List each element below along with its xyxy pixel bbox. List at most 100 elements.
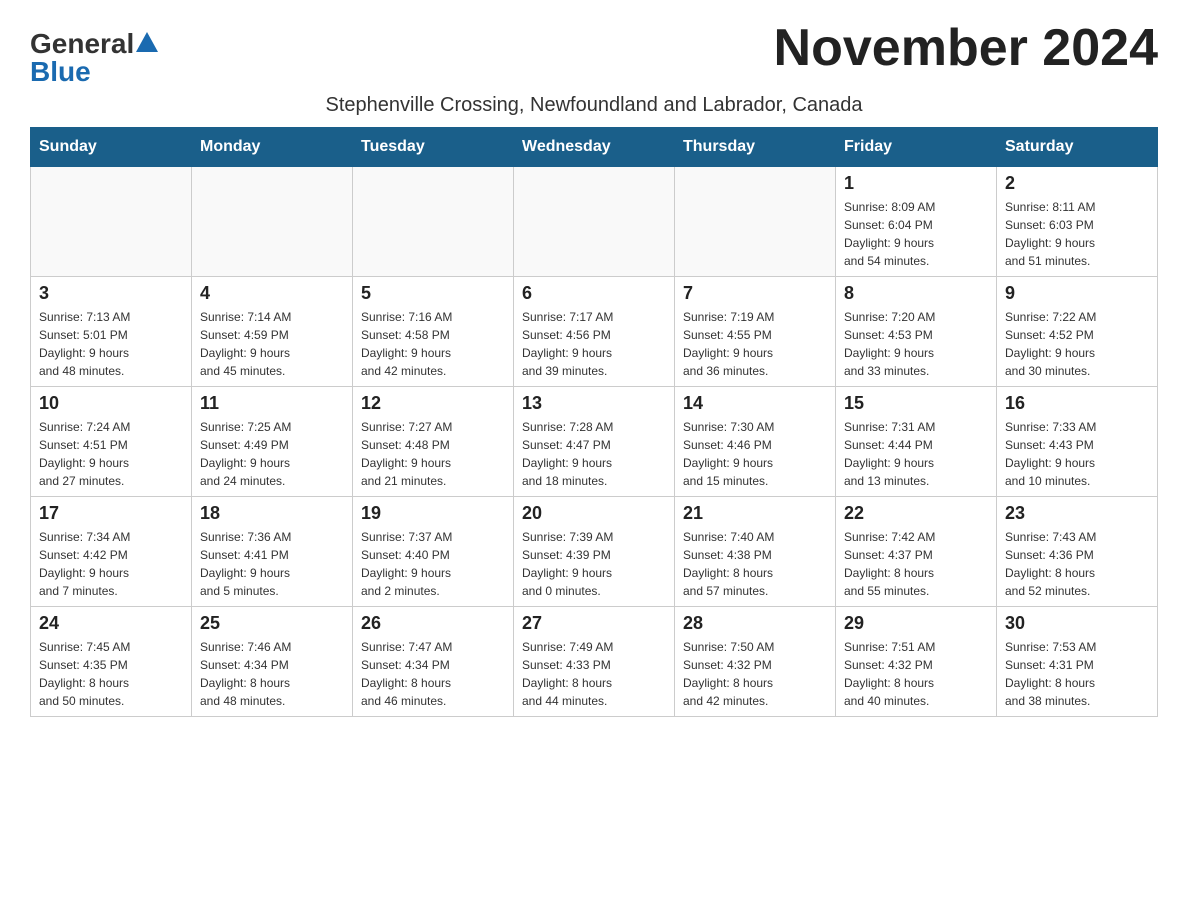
day-info: Sunrise: 7:36 AM Sunset: 4:41 PM Dayligh…: [200, 528, 344, 600]
day-info: Sunrise: 7:27 AM Sunset: 4:48 PM Dayligh…: [361, 418, 505, 490]
calendar-cell: [353, 167, 514, 277]
day-number: 22: [844, 503, 988, 524]
calendar-week-2: 3Sunrise: 7:13 AM Sunset: 5:01 PM Daylig…: [31, 277, 1158, 387]
day-number: 1: [844, 173, 988, 194]
logo-blue-text: Blue: [30, 56, 91, 87]
day-number: 7: [683, 283, 827, 304]
day-number: 10: [39, 393, 183, 414]
day-info: Sunrise: 7:43 AM Sunset: 4:36 PM Dayligh…: [1005, 528, 1149, 600]
day-info: Sunrise: 7:19 AM Sunset: 4:55 PM Dayligh…: [683, 308, 827, 380]
logo: General Blue: [30, 30, 158, 86]
day-info: Sunrise: 8:11 AM Sunset: 6:03 PM Dayligh…: [1005, 198, 1149, 270]
day-number: 21: [683, 503, 827, 524]
day-info: Sunrise: 8:09 AM Sunset: 6:04 PM Dayligh…: [844, 198, 988, 270]
col-header-friday: Friday: [836, 128, 997, 167]
day-info: Sunrise: 7:13 AM Sunset: 5:01 PM Dayligh…: [39, 308, 183, 380]
day-info: Sunrise: 7:50 AM Sunset: 4:32 PM Dayligh…: [683, 638, 827, 710]
day-number: 18: [200, 503, 344, 524]
calendar-cell: 4 Sunrise: 7:14 AM Sunset: 4:59 PM Daylig…: [192, 277, 353, 387]
day-info: Sunrise: 7:22 AM Sunset: 4:52 PM Dayligh…: [1005, 308, 1149, 380]
day-info: Sunrise: 7:53 AM Sunset: 4:31 PM Dayligh…: [1005, 638, 1149, 710]
month-title: November 2024: [774, 20, 1158, 77]
day-number: 26: [361, 613, 505, 634]
day-number: 17: [39, 503, 183, 524]
day-number: 20: [522, 503, 666, 524]
logo-icon: [136, 32, 158, 52]
calendar-table: SundayMondayTuesdayWednesdayThursdayFrid…: [30, 127, 1158, 717]
day-number: 16: [1005, 393, 1149, 414]
day-number: 14: [683, 393, 827, 414]
calendar-cell: 10 Sunrise: 7:24 AM Sunset: 4:51 PM Dayli…: [31, 387, 192, 497]
day-number: 6: [522, 283, 666, 304]
day-info: Sunrise: 7:14 AM Sunset: 4:59 PM Dayligh…: [200, 308, 344, 380]
calendar-cell: 29 Sunrise: 7:51 AM Sunset: 4:32 PM Dayli…: [836, 607, 997, 717]
day-info: Sunrise: 7:17 AM Sunset: 4:56 PM Dayligh…: [522, 308, 666, 380]
calendar-cell: 9 Sunrise: 7:22 AM Sunset: 4:52 PM Daylig…: [997, 277, 1158, 387]
calendar-cell: 21Sunrise: 7:40 AM Sunset: 4:38 PM Dayli…: [675, 497, 836, 607]
calendar-cell: 7 Sunrise: 7:19 AM Sunset: 4:55 PM Daylig…: [675, 277, 836, 387]
day-number: 2: [1005, 173, 1149, 194]
calendar-cell: 17 Sunrise: 7:34 AM Sunset: 4:42 PM Dayli…: [31, 497, 192, 607]
calendar-week-4: 17 Sunrise: 7:34 AM Sunset: 4:42 PM Dayli…: [31, 497, 1158, 607]
day-info: Sunrise: 7:31 AM Sunset: 4:44 PM Dayligh…: [844, 418, 988, 490]
day-number: 25: [200, 613, 344, 634]
calendar-cell: 13Sunrise: 7:28 AM Sunset: 4:47 PM Dayli…: [514, 387, 675, 497]
day-info: Sunrise: 7:45 AM Sunset: 4:35 PM Dayligh…: [39, 638, 183, 710]
day-number: 19: [361, 503, 505, 524]
calendar-week-1: 1 Sunrise: 8:09 AM Sunset: 6:04 PM Daylig…: [31, 167, 1158, 277]
day-number: 4: [200, 283, 344, 304]
day-info: Sunrise: 7:46 AM Sunset: 4:34 PM Dayligh…: [200, 638, 344, 710]
col-header-thursday: Thursday: [675, 128, 836, 167]
col-header-saturday: Saturday: [997, 128, 1158, 167]
calendar-week-5: 24 Sunrise: 7:45 AM Sunset: 4:35 PM Dayli…: [31, 607, 1158, 717]
logo-general-text: General: [30, 30, 134, 58]
day-info: Sunrise: 7:24 AM Sunset: 4:51 PM Dayligh…: [39, 418, 183, 490]
calendar-cell: 26 Sunrise: 7:47 AM Sunset: 4:34 PM Dayli…: [353, 607, 514, 717]
day-info: Sunrise: 7:25 AM Sunset: 4:49 PM Dayligh…: [200, 418, 344, 490]
day-info: Sunrise: 7:37 AM Sunset: 4:40 PM Dayligh…: [361, 528, 505, 600]
calendar-cell: 8Sunrise: 7:20 AM Sunset: 4:53 PM Daylig…: [836, 277, 997, 387]
calendar-cell: 2 Sunrise: 8:11 AM Sunset: 6:03 PM Daylig…: [997, 167, 1158, 277]
day-number: 28: [683, 613, 827, 634]
day-number: 24: [39, 613, 183, 634]
calendar-cell: [192, 167, 353, 277]
day-number: 29: [844, 613, 988, 634]
day-info: Sunrise: 7:39 AM Sunset: 4:39 PM Dayligh…: [522, 528, 666, 600]
day-info: Sunrise: 7:28 AM Sunset: 4:47 PM Dayligh…: [522, 418, 666, 490]
calendar-header-row: SundayMondayTuesdayWednesdayThursdayFrid…: [31, 128, 1158, 167]
day-info: Sunrise: 7:30 AM Sunset: 4:46 PM Dayligh…: [683, 418, 827, 490]
calendar-cell: [675, 167, 836, 277]
day-number: 5: [361, 283, 505, 304]
calendar-cell: 22 Sunrise: 7:42 AM Sunset: 4:37 PM Dayli…: [836, 497, 997, 607]
calendar-cell: 27 Sunrise: 7:49 AM Sunset: 4:33 PM Dayli…: [514, 607, 675, 717]
calendar-cell: 18 Sunrise: 7:36 AM Sunset: 4:41 PM Dayli…: [192, 497, 353, 607]
calendar-cell: 5 Sunrise: 7:16 AM Sunset: 4:58 PM Daylig…: [353, 277, 514, 387]
day-number: 23: [1005, 503, 1149, 524]
calendar-cell: 3Sunrise: 7:13 AM Sunset: 5:01 PM Daylig…: [31, 277, 192, 387]
day-info: Sunrise: 7:16 AM Sunset: 4:58 PM Dayligh…: [361, 308, 505, 380]
day-number: 12: [361, 393, 505, 414]
day-info: Sunrise: 7:20 AM Sunset: 4:53 PM Dayligh…: [844, 308, 988, 380]
day-number: 11: [200, 393, 344, 414]
day-info: Sunrise: 7:42 AM Sunset: 4:37 PM Dayligh…: [844, 528, 988, 600]
calendar-cell: 24 Sunrise: 7:45 AM Sunset: 4:35 PM Dayli…: [31, 607, 192, 717]
day-number: 27: [522, 613, 666, 634]
day-number: 30: [1005, 613, 1149, 634]
calendar-cell: 19 Sunrise: 7:37 AM Sunset: 4:40 PM Dayli…: [353, 497, 514, 607]
calendar-cell: 28 Sunrise: 7:50 AM Sunset: 4:32 PM Dayli…: [675, 607, 836, 717]
calendar-cell: 16Sunrise: 7:33 AM Sunset: 4:43 PM Dayli…: [997, 387, 1158, 497]
day-number: 9: [1005, 283, 1149, 304]
calendar-cell: 23 Sunrise: 7:43 AM Sunset: 4:36 PM Dayli…: [997, 497, 1158, 607]
day-info: Sunrise: 7:47 AM Sunset: 4:34 PM Dayligh…: [361, 638, 505, 710]
header: General Blue November 2024: [30, 20, 1158, 86]
calendar-cell: 30 Sunrise: 7:53 AM Sunset: 4:31 PM Dayli…: [997, 607, 1158, 717]
calendar-cell: [514, 167, 675, 277]
day-info: Sunrise: 7:34 AM Sunset: 4:42 PM Dayligh…: [39, 528, 183, 600]
day-info: Sunrise: 7:51 AM Sunset: 4:32 PM Dayligh…: [844, 638, 988, 710]
calendar-cell: 25 Sunrise: 7:46 AM Sunset: 4:34 PM Dayli…: [192, 607, 353, 717]
calendar-cell: [31, 167, 192, 277]
col-header-monday: Monday: [192, 128, 353, 167]
col-header-wednesday: Wednesday: [514, 128, 675, 167]
day-info: Sunrise: 7:49 AM Sunset: 4:33 PM Dayligh…: [522, 638, 666, 710]
day-number: 15: [844, 393, 988, 414]
